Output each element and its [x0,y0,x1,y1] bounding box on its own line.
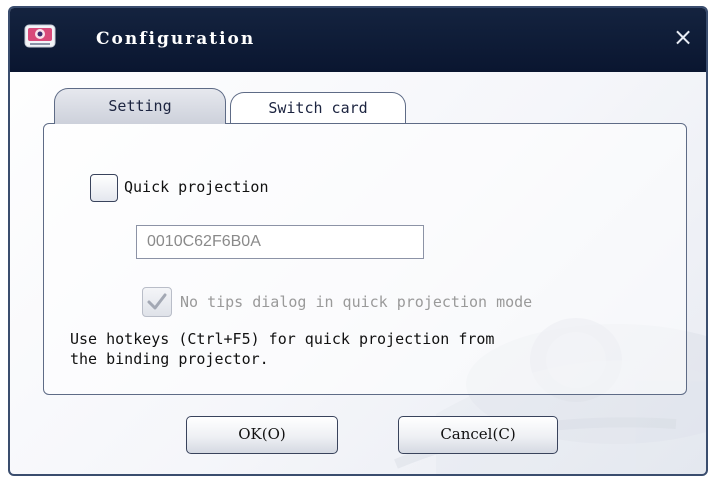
ok-button[interactable]: OK(O) [186,416,338,454]
quick-projection-checkbox[interactable] [90,174,118,202]
close-icon[interactable]: × [670,24,696,50]
configuration-dialog: Configuration × Switch card Setting Quic… [8,6,708,476]
tab-setting[interactable]: Setting [54,88,226,124]
title-bar[interactable]: Configuration × [10,8,706,72]
tab-switch-card[interactable]: Switch card [230,92,406,124]
quick-projection-label[interactable]: Quick projection [124,178,269,196]
no-tips-checkbox [142,287,172,317]
hotkey-hint-text: Use hotkeys (Ctrl+F5) for quick projecti… [70,330,495,368]
window-title: Configuration [96,29,256,49]
no-tips-label: No tips dialog in quick projection mode [180,293,533,311]
cancel-button[interactable]: Cancel(C) [398,416,558,454]
projector-app-icon [24,24,56,48]
checkmark-icon [147,293,167,310]
mac-address-field: 0010C62F6B0A [136,225,424,259]
